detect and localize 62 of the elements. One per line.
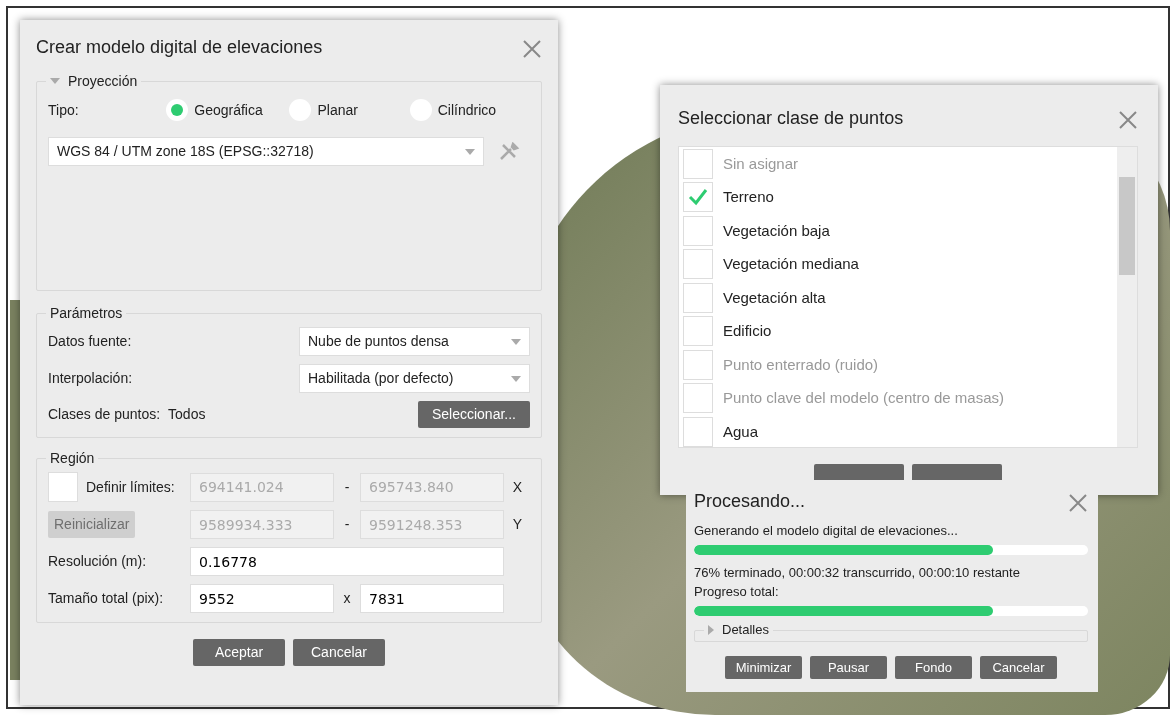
list-item[interactable]: Terreno: [679, 180, 1117, 214]
dialog-title: Seleccionar clase de puntos: [678, 107, 904, 130]
close-button[interactable]: [1068, 491, 1088, 512]
dialog-button[interactable]: Cancelar: [293, 639, 385, 666]
axis-label: X: [511, 477, 522, 497]
separator-text: -: [343, 515, 351, 534]
list-item[interactable]: Edificio: [679, 314, 1117, 348]
input-field[interactable]: 7831: [360, 584, 504, 613]
checkbox[interactable]: [683, 316, 713, 347]
checkbox[interactable]: [683, 215, 713, 246]
dialog-button[interactable]: Fondo: [895, 655, 972, 679]
field-label: Tipo:: [48, 100, 80, 120]
list-item[interactable]: Vegetación mediana: [679, 247, 1117, 281]
field-label: Resolución (m):: [48, 552, 148, 571]
status-text: 76% terminado, 00:00:32 transcurrido, 00:00:10 restante: [694, 563, 1021, 582]
group-label: Parámetros: [50, 304, 123, 323]
radio-label: Planar: [317, 100, 358, 120]
list-item[interactable]: Agua: [679, 415, 1117, 447]
radio-label: Cilíndrico: [437, 100, 497, 120]
task-text: Generando el modelo digital de elevaciones...: [694, 522, 959, 540]
input-field[interactable]: 0.16778: [190, 547, 504, 576]
checkmark-icon: [688, 188, 708, 207]
field-label: Interpolación:: [48, 369, 133, 388]
group-label: Proyección: [68, 72, 138, 91]
axis-label: Y: [511, 515, 522, 534]
checkbox[interactable]: [683, 249, 713, 280]
radio-label: Geográfica: [194, 100, 263, 120]
dialog-title: Crear modelo digital de elevaciones: [36, 36, 323, 59]
dialog-button[interactable]: Pausar: [810, 655, 887, 679]
field-label: Clases de puntos:: [48, 405, 161, 424]
tools-icon[interactable]: [498, 141, 520, 162]
caret-down-icon: [511, 375, 521, 382]
select-button[interactable]: Seleccionar...: [417, 401, 530, 428]
separator-text: -: [343, 477, 351, 497]
field-label: Progreso total:: [694, 583, 780, 601]
close-button[interactable]: [522, 37, 542, 58]
caret-down-icon: [511, 338, 521, 345]
dialog-button[interactable]: Cancelar: [980, 655, 1057, 679]
checkbox[interactable]: [683, 182, 713, 213]
checkbox[interactable]: [48, 472, 78, 502]
crs-dropdown[interactable]: WGS 84 / UTM zone 18S (EPSG::32718): [48, 137, 484, 166]
list-item[interactable]: Vegetación baja: [679, 214, 1117, 248]
field-value: Todos: [168, 405, 206, 424]
group-label: Región: [50, 449, 95, 468]
field-label: Tamaño total (pix):: [48, 589, 165, 608]
dialog-title: Procesando...: [694, 490, 806, 513]
radio-button[interactable]: [166, 99, 189, 121]
dropdown[interactable]: Nube de puntos densa: [299, 327, 530, 356]
dialog-button[interactable]: Minimizar: [725, 655, 802, 679]
checkbox[interactable]: [683, 282, 713, 313]
scrollbar[interactable]: [1117, 147, 1137, 447]
separator-text: x: [342, 589, 352, 608]
input-field[interactable]: 9552: [190, 584, 334, 613]
dialog-button[interactable]: Aceptar: [193, 639, 285, 666]
close-button[interactable]: [1118, 108, 1138, 129]
field-label: Definir límites:: [86, 477, 175, 497]
caret-right-icon: [708, 624, 714, 635]
checkbox[interactable]: [683, 416, 713, 447]
field-label: Datos fuente:: [48, 332, 132, 351]
list-item[interactable]: Vegetación alta: [679, 281, 1117, 315]
dropdown[interactable]: Habilitada (por defecto): [299, 364, 530, 393]
caret-down-icon: [465, 148, 475, 155]
